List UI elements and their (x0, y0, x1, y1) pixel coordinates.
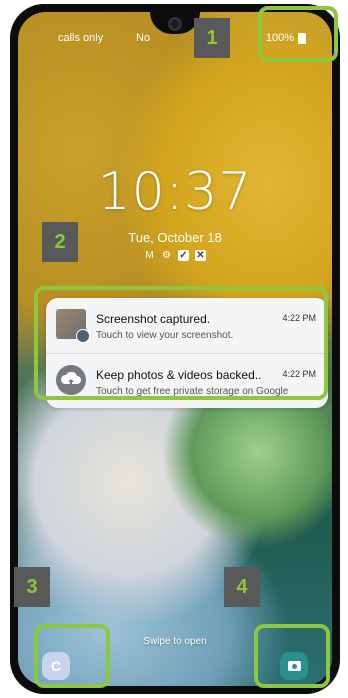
close-icon: ✕ (195, 250, 206, 261)
annotation-label-1: 1 (194, 18, 230, 58)
highlight-camera-shortcut (254, 624, 330, 688)
highlight-status-area (258, 6, 338, 62)
carrier-text: calls only (58, 32, 104, 44)
lock-clock: 10:37 (97, 162, 253, 222)
settings-icon: ⚙ (162, 250, 171, 261)
highlight-left-shortcut (34, 624, 110, 688)
network-status-text: No (136, 32, 151, 44)
gmail-icon: M (145, 250, 154, 261)
highlight-notifications (34, 286, 328, 400)
annotation-label-2: 2 (42, 222, 78, 262)
front-camera (168, 17, 182, 31)
check-icon: ✓ (178, 250, 189, 261)
annotation-label-3: 3 (14, 567, 50, 607)
annotation-label-4: 4 (224, 567, 260, 607)
